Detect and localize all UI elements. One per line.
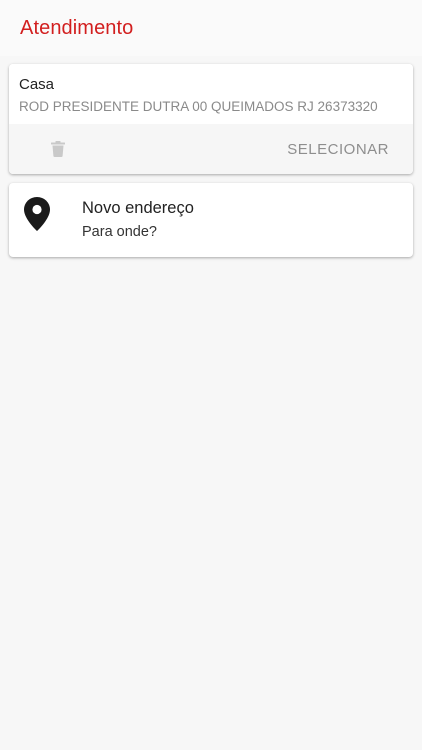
trash-icon (51, 141, 65, 157)
saved-address-card: Casa ROD PRESIDENTE DUTRA 00 QUEIMADOS R… (9, 64, 413, 174)
new-address-icon-wrap (9, 183, 67, 236)
delete-address-button[interactable] (49, 139, 67, 159)
app-screen: Atendimento Casa ROD PRESIDENTE DUTRA 00… (0, 0, 422, 750)
page-title: Atendimento (20, 16, 134, 39)
new-address-card[interactable]: Novo endereço Para onde? (9, 183, 413, 257)
saved-address-actions: SELECIONAR (9, 124, 413, 174)
new-address-text: Novo endereço Para onde? (67, 183, 194, 241)
select-address-button[interactable]: SELECIONAR (287, 141, 389, 158)
saved-address-name: Casa (19, 76, 55, 93)
app-header: Atendimento (0, 0, 422, 56)
new-address-title: Novo endereço (82, 199, 194, 217)
saved-address-info: Casa ROD PRESIDENTE DUTRA 00 QUEIMADOS R… (9, 64, 413, 124)
new-address-subtitle: Para onde? (82, 224, 157, 240)
location-pin-icon (24, 197, 50, 231)
saved-address-line: ROD PRESIDENTE DUTRA 00 QUEIMADOS RJ 263… (19, 99, 378, 114)
